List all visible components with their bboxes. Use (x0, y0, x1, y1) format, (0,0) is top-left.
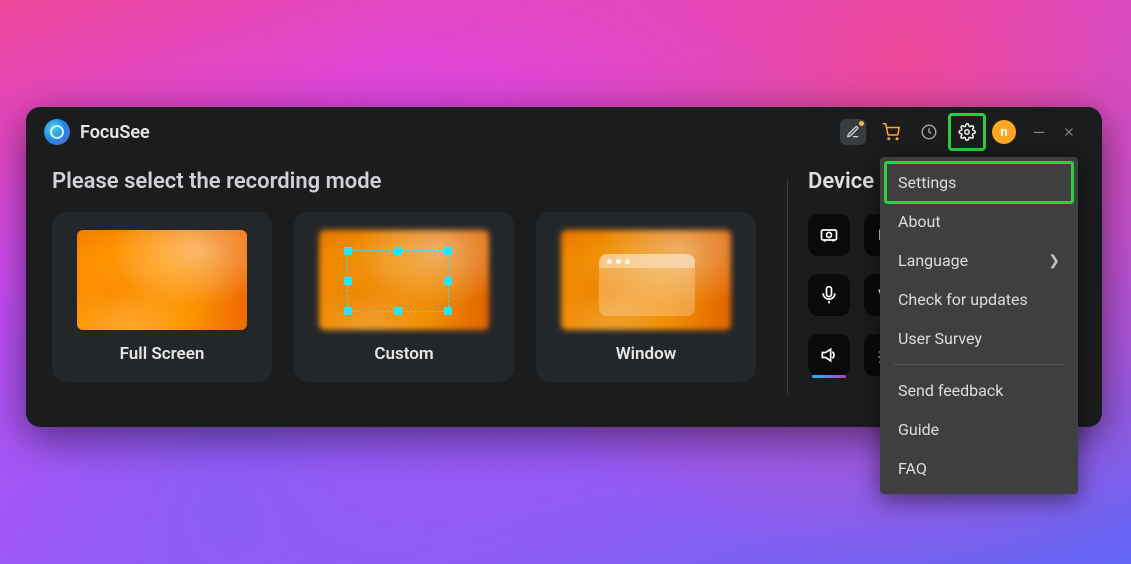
menu-separator (894, 364, 1064, 365)
menu-item-send-feedback[interactable]: Send feedback (880, 371, 1078, 410)
menu-item-check-updates[interactable]: Check for updates (880, 280, 1078, 319)
user-avatar[interactable]: n (992, 120, 1016, 144)
menu-item-label: Language (898, 251, 968, 270)
settings-button[interactable] (954, 119, 980, 145)
speaker-icon[interactable] (808, 334, 850, 376)
app-title: FocuSee (80, 122, 150, 143)
mode-card-custom[interactable]: Custom (294, 212, 514, 382)
menu-item-label: Send feedback (898, 381, 1003, 400)
menu-item-label: Guide (898, 420, 939, 439)
window-shape-icon (599, 254, 695, 316)
menu-item-language[interactable]: Language ❯ (880, 241, 1078, 280)
titlebar: FocuSee n — (26, 107, 1102, 157)
menu-item-settings[interactable]: Settings (880, 163, 1078, 202)
menu-item-guide[interactable]: Guide (880, 410, 1078, 449)
menu-item-label: Check for updates (898, 290, 1028, 309)
menu-item-label: FAQ (898, 459, 927, 478)
app-logo-icon (44, 119, 70, 145)
menu-item-about[interactable]: About (880, 202, 1078, 241)
recording-mode-panel: Please select the recording mode Full Sc… (52, 169, 767, 405)
mic-icon[interactable] (808, 274, 850, 316)
mode-label: Custom (374, 344, 433, 364)
edit-icon[interactable] (840, 119, 866, 145)
mode-card-full-screen[interactable]: Full Screen (52, 212, 272, 382)
vertical-divider (787, 179, 788, 395)
mode-label: Window (616, 344, 677, 364)
recording-mode-heading: Please select the recording mode (52, 169, 767, 194)
thumb-full-screen-icon (77, 230, 247, 330)
menu-item-label: Settings (898, 173, 956, 192)
chevron-right-icon: ❯ (1048, 253, 1060, 269)
close-button[interactable] (1062, 125, 1084, 139)
menu-item-label: User Survey (898, 329, 982, 348)
mode-card-window[interactable]: Window (536, 212, 756, 382)
menu-item-user-survey[interactable]: User Survey (880, 319, 1078, 358)
minimize-button[interactable]: — (1028, 123, 1050, 142)
camera-icon[interactable] (808, 214, 850, 256)
titlebar-actions: n — (840, 119, 1084, 145)
mode-label: Full Screen (120, 344, 205, 364)
history-icon[interactable] (916, 119, 942, 145)
settings-dropdown-menu: Settings About Language ❯ Check for upda… (880, 157, 1078, 494)
menu-item-label: About (898, 212, 941, 231)
menu-item-faq[interactable]: FAQ (880, 449, 1078, 488)
cart-icon[interactable] (878, 119, 904, 145)
crop-box-icon (347, 250, 449, 312)
